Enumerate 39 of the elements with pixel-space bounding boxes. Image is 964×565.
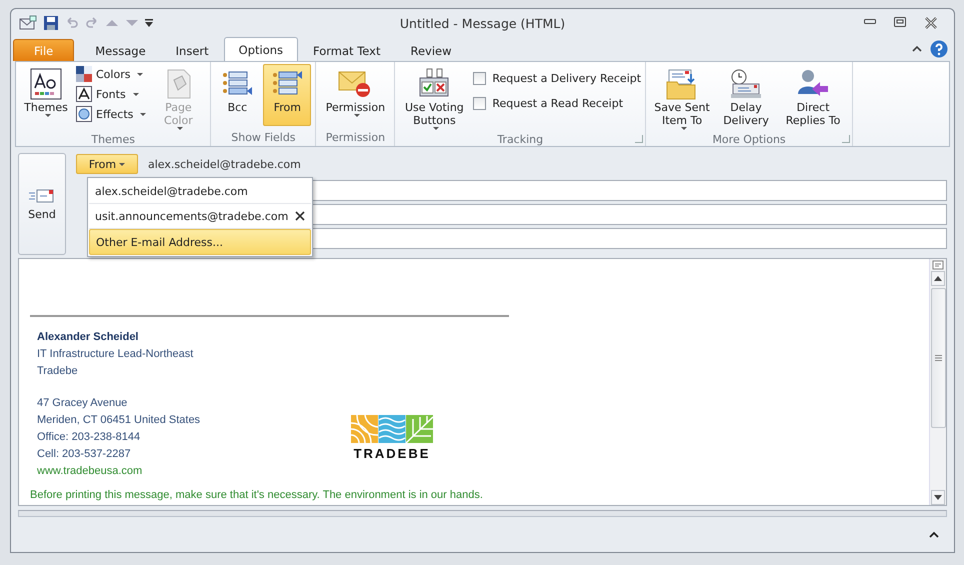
checkbox-label: Request a Read Receipt xyxy=(492,97,624,110)
ribbon-button[interactable]: Use Voting Buttons xyxy=(399,64,470,133)
signature-line: 47 Gracey Avenue xyxy=(37,396,128,411)
ribbon-menu-button[interactable]: Effects xyxy=(76,106,146,122)
footer-note: Before printing this message, make sure that it's necessary. The environment is in our hands. xyxy=(30,489,484,501)
logo-text: TRADEBE xyxy=(354,446,430,461)
ribbon-button[interactable]: Themes xyxy=(20,64,72,126)
ribbon-tab[interactable]: Options xyxy=(224,37,298,61)
group-label: Tracking xyxy=(497,133,544,146)
ribbon-button[interactable]: Save Sent Item To xyxy=(650,64,714,133)
from-address: alex.scheidel@tradebe.com xyxy=(148,158,301,170)
ribbon-button[interactable]: From xyxy=(263,64,312,126)
website-link[interactable]: www.tradebeusa.com xyxy=(37,465,142,477)
ribbon-tab[interactable]: Review xyxy=(395,39,466,61)
ribbon-button[interactable]: Permission xyxy=(320,64,390,126)
signature-line: Tradebe xyxy=(37,364,79,379)
ribbon-menu-button[interactable]: Colors xyxy=(76,66,146,82)
ribbon-button[interactable]: Bcc xyxy=(215,64,260,126)
ribbon-tab[interactable]: Insert xyxy=(160,39,224,61)
window-title: Untitled - Message (HTML) xyxy=(400,16,566,30)
menu-item[interactable]: alex.scheidel@tradebe.com xyxy=(89,179,311,204)
checkbox-label: Request a Delivery Receipt xyxy=(492,72,642,85)
signature-line: Office: 203-238-8144 xyxy=(37,430,142,445)
group-label: Permission xyxy=(326,131,386,144)
group-label: More Options xyxy=(712,133,786,146)
signature-line: Cell: 203-537-2287 xyxy=(37,447,132,462)
from-button[interactable]: From xyxy=(76,154,138,174)
ribbon-button[interactable]: Direct Replies To xyxy=(778,64,848,130)
signature-line: Meriden, CT 06451 United States xyxy=(37,413,202,428)
signature-name: Alexander Scheidel xyxy=(37,330,140,345)
ribbon-button[interactable]: Delay Delivery xyxy=(718,64,774,130)
ribbon-tab[interactable]: Format Text xyxy=(298,39,396,61)
group-label: Show Fields xyxy=(231,131,296,144)
signature-line: IT Infrastructure Lead-Northeast xyxy=(37,347,194,362)
group-label: Themes xyxy=(91,133,136,146)
ribbon-menu-button[interactable]: Fonts xyxy=(76,86,146,102)
menu-item[interactable]: Other E-mail Address... xyxy=(89,229,311,255)
send-button[interactable]: Send xyxy=(18,153,66,255)
ribbon-tab[interactable]: Message xyxy=(80,39,161,61)
